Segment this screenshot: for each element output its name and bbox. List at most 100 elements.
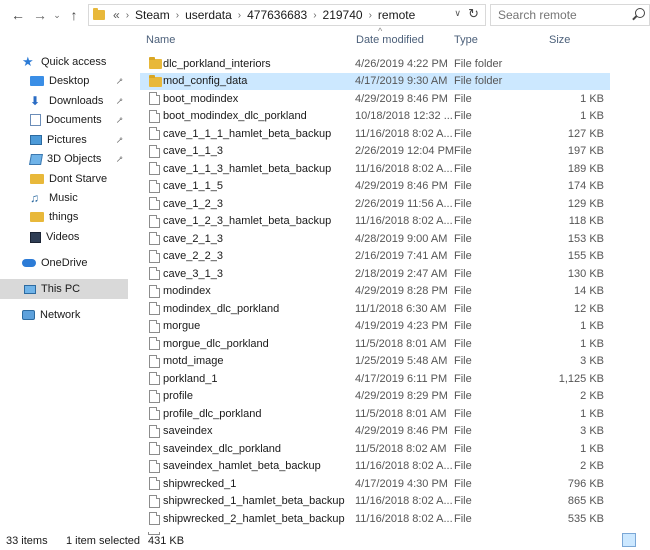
file-type: File folder bbox=[454, 57, 503, 70]
refresh-icon[interactable]: ↻ bbox=[468, 6, 479, 22]
file-row[interactable]: saveindex_dlc_porkland 11/5/2018 8:02 AM F… bbox=[140, 440, 610, 457]
file-date-modified: 2/18/2019 2:47 AM bbox=[355, 267, 448, 280]
file-row[interactable]: modindex_dlc_porkland 11/1/2018 6:30 AM Fi… bbox=[140, 300, 610, 317]
cloud-icon bbox=[22, 259, 36, 267]
sidebar-item-onedrive[interactable]: OneDrive bbox=[0, 253, 128, 273]
sidebar-item-quick-access[interactable]: ★ Quick access bbox=[0, 52, 128, 72]
breadcrumb-item[interactable]: remote bbox=[378, 8, 415, 22]
breadcrumb-overflow[interactable]: « bbox=[113, 8, 120, 22]
column-header-date[interactable]: Date modified bbox=[356, 34, 424, 48]
breadcrumb-item[interactable]: 219740 bbox=[323, 8, 363, 22]
file-row[interactable]: cave_2_2_3 2/16/2019 7:41 AM File 155 KB bbox=[140, 248, 610, 265]
breadcrumb-separator-icon[interactable]: › bbox=[176, 10, 179, 21]
file-size: 118 KB bbox=[568, 215, 604, 227]
file-icon bbox=[149, 512, 160, 525]
file-type: File bbox=[454, 110, 472, 122]
file-row[interactable]: shipwrecked_2_hamlet_beta_backup 11/16/20… bbox=[140, 510, 610, 527]
file-size: 3 KB bbox=[580, 355, 604, 367]
pin-icon[interactable]: ⊸ bbox=[113, 74, 126, 87]
file-row[interactable]: boot_modindex 4/29/2019 8:46 PM File 1 KB bbox=[140, 90, 610, 107]
sidebar-item-desktop[interactable]: Desktop ⊸ bbox=[0, 71, 128, 91]
breadcrumb-separator-icon[interactable]: › bbox=[369, 10, 372, 21]
file-type: File bbox=[454, 197, 472, 210]
breadcrumb-item[interactable]: userdata bbox=[185, 8, 232, 22]
up-button[interactable]: ↑ bbox=[64, 4, 84, 26]
details-view-button[interactable] bbox=[622, 533, 636, 547]
file-name: modindex bbox=[163, 285, 211, 297]
file-row[interactable]: profile_dlc_porkland 11/5/2018 8:01 AM Fil… bbox=[140, 405, 610, 422]
file-date-modified: 4/17/2019 4:30 PM bbox=[355, 477, 448, 490]
file-row[interactable]: profile 4/29/2019 8:29 PM File 2 KB bbox=[140, 388, 610, 405]
recent-locations-button[interactable]: ⌄ bbox=[50, 4, 64, 26]
file-row[interactable]: cave_1_1_3_hamlet_beta_backup 11/16/2018 … bbox=[140, 160, 610, 177]
file-name: morgue bbox=[163, 320, 201, 332]
search-input[interactable] bbox=[498, 8, 628, 22]
sidebar-item-pictures[interactable]: Pictures ⊸ bbox=[0, 130, 128, 150]
pin-icon[interactable]: ⊸ bbox=[113, 152, 126, 165]
file-date-modified: 4/29/2019 8:29 PM bbox=[355, 390, 448, 402]
file-row[interactable]: mod_config_data 4/17/2019 9:30 AM File fol… bbox=[140, 72, 610, 90]
file-size: 1 KB bbox=[580, 337, 604, 350]
breadcrumb-separator-icon[interactable]: › bbox=[238, 10, 241, 21]
sidebar-item-music[interactable]: ♫ Music bbox=[0, 188, 128, 208]
file-name: profile_dlc_porkland bbox=[163, 407, 262, 420]
file-row[interactable]: cave_1_2_3 2/26/2019 11:56 A... File 129 KB bbox=[140, 195, 610, 212]
file-row[interactable]: morgue_dlc_porkland 11/5/2018 8:01 AM File… bbox=[140, 335, 610, 352]
forward-button[interactable]: → bbox=[30, 4, 50, 26]
pin-icon[interactable]: ⊸ bbox=[113, 113, 126, 126]
sidebar-item-3d-objects[interactable]: 3D Objects ⊸ bbox=[0, 149, 128, 169]
file-row[interactable]: morgue 4/19/2019 4:23 PM File 1 KB bbox=[140, 318, 610, 335]
file-row[interactable]: boot_modindex_dlc_porkland 10/18/2018 12:… bbox=[140, 108, 610, 125]
file-row[interactable]: cave_1_1_3 2/26/2019 12:04 PM File 197 KB bbox=[140, 143, 610, 160]
breadcrumb-separator-icon[interactable]: › bbox=[313, 10, 316, 21]
file-date-modified: 11/1/2018 6:30 AM bbox=[355, 302, 447, 315]
search-box[interactable] bbox=[490, 4, 650, 26]
file-row[interactable]: shipwrecked_1 4/17/2019 4:30 PM File 796 KB bbox=[140, 475, 610, 492]
sidebar-item-documents[interactable]: Documents ⊸ bbox=[0, 110, 128, 130]
sidebar-item-network[interactable]: Network bbox=[0, 305, 128, 325]
file-row[interactable]: cave_1_1_5 4/29/2019 8:46 PM File 174 KB bbox=[140, 178, 610, 195]
breadcrumb-separator-icon[interactable]: › bbox=[126, 10, 129, 21]
file-date-modified: 4/28/2019 9:00 AM bbox=[355, 232, 448, 245]
pin-icon[interactable]: ⊸ bbox=[113, 94, 126, 107]
file-icon bbox=[149, 249, 160, 263]
sidebar-item-dont-starve[interactable]: Dont Starve bbox=[0, 169, 128, 189]
sidebar-item-this-pc[interactable]: This PC bbox=[0, 279, 128, 299]
large-icons-view-button[interactable] bbox=[638, 533, 650, 547]
back-button[interactable]: ← bbox=[8, 4, 28, 26]
sidebar-item-downloads[interactable]: ⬇ Downloads ⊸ bbox=[0, 91, 128, 111]
file-date-modified: 11/16/2018 8:02 A... bbox=[355, 215, 453, 227]
file-type: File bbox=[454, 460, 472, 472]
file-size: 865 KB bbox=[567, 495, 604, 507]
search-icon[interactable] bbox=[635, 8, 645, 18]
pin-icon[interactable]: ⊸ bbox=[113, 133, 126, 146]
file-row[interactable]: cave_1_1_1_hamlet_beta_backup 11/16/2018 … bbox=[140, 125, 610, 142]
file-row[interactable]: modindex 4/29/2019 8:28 PM File 14 KB bbox=[140, 283, 610, 300]
file-icon bbox=[149, 197, 160, 210]
file-row[interactable]: porkland_1 4/17/2019 6:11 PM File 1,125 KB bbox=[140, 370, 610, 387]
column-header-type[interactable]: Type bbox=[454, 34, 478, 48]
file-row[interactable]: saveindex_hamlet_beta_backup 11/16/2018 8… bbox=[140, 458, 610, 475]
file-size: 1 KB bbox=[580, 407, 604, 420]
file-name: motd_image bbox=[163, 355, 224, 367]
column-header-name[interactable]: Name bbox=[146, 34, 175, 48]
file-row[interactable]: motd_image 1/25/2019 5:48 AM File 3 KB bbox=[140, 353, 610, 370]
file-icon bbox=[149, 372, 160, 385]
address-bar[interactable]: « › Steam › userdata › 477636683 › 219740 › remot… bbox=[88, 4, 486, 26]
column-header-size[interactable]: Size bbox=[549, 34, 570, 48]
breadcrumb-item[interactable]: Steam bbox=[135, 8, 170, 22]
file-row[interactable]: cave_3_1_3 2/18/2019 2:47 AM File 130 KB bbox=[140, 265, 610, 282]
breadcrumb-item[interactable]: 477636683 bbox=[247, 8, 307, 22]
file-type: File bbox=[454, 372, 472, 385]
file-icon bbox=[149, 302, 160, 315]
file-row[interactable]: shipwrecked_1_hamlet_beta_backup 11/16/20… bbox=[140, 493, 610, 510]
address-dropdown-icon[interactable]: ∨ bbox=[454, 8, 461, 19]
file-date-modified: 4/29/2019 8:46 PM bbox=[355, 92, 448, 105]
file-type: File bbox=[454, 495, 472, 507]
file-row[interactable]: cave_2_1_3 4/28/2019 9:00 AM File 153 KB bbox=[140, 230, 610, 247]
sidebar-item-videos[interactable]: Videos bbox=[0, 227, 128, 247]
file-row[interactable]: dlc_porkland_interiors 4/26/2019 4:22 PM F… bbox=[140, 55, 610, 72]
file-row[interactable]: saveindex 4/29/2019 8:46 PM File 3 KB bbox=[140, 423, 610, 440]
sidebar-item-things[interactable]: things bbox=[0, 207, 128, 227]
file-row[interactable]: cave_1_2_3_hamlet_beta_backup 11/16/2018 … bbox=[140, 213, 610, 230]
